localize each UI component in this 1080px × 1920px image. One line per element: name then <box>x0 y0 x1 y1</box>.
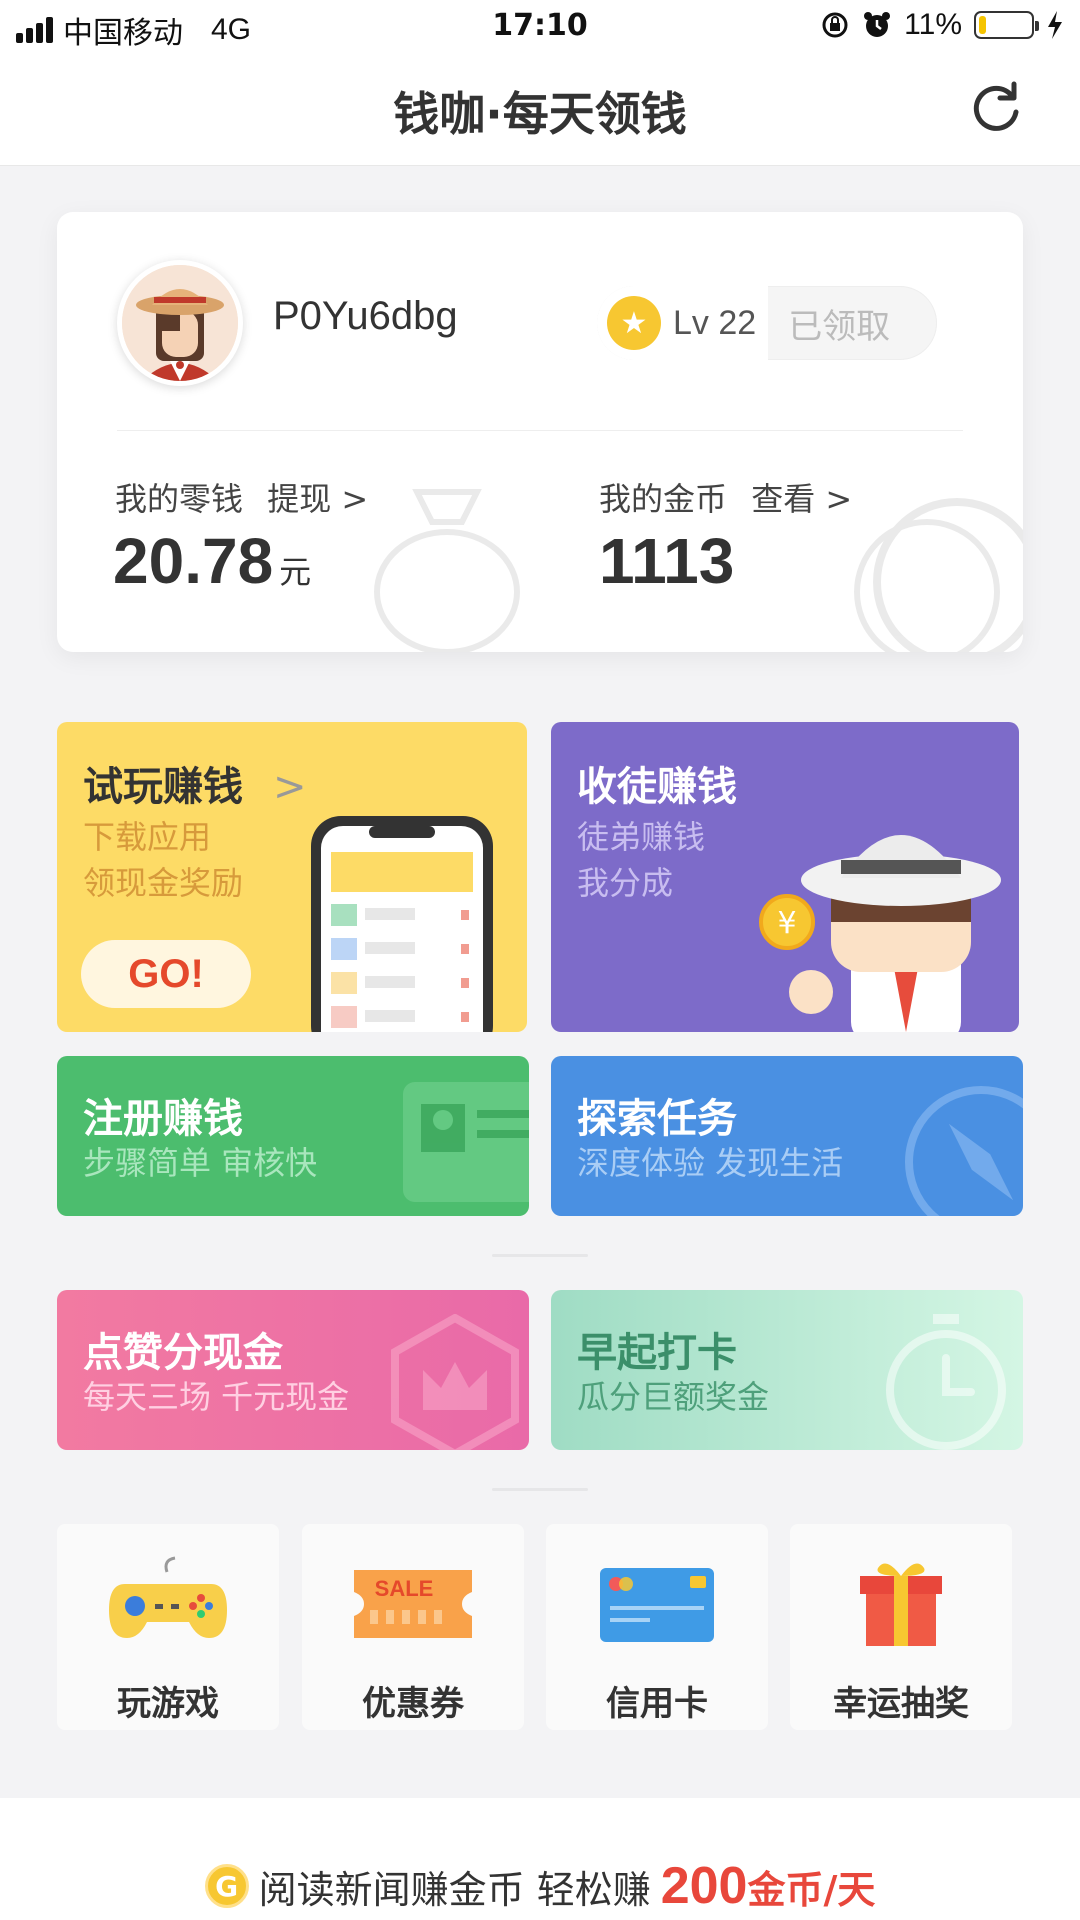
nav-bar: 钱咖·每天领钱 <box>0 56 1080 166</box>
tile-recruit-line1: 徒弟赚钱 <box>577 818 706 856</box>
battery-icon <box>974 11 1039 39</box>
tile-explore[interactable]: 探索任务 深度体验 发现生活 <box>551 1056 1023 1216</box>
battery-percent: 11% <box>904 8 962 41</box>
gift-icon <box>860 1563 942 1646</box>
card-divider <box>117 430 963 431</box>
section-divider <box>492 1254 588 1257</box>
claim-status: 已领取 <box>788 306 891 347</box>
shortcut-label: 玩游戏 <box>117 1684 219 1724</box>
tile-trial-line2: 领现金奖励 <box>83 864 244 902</box>
tile-like-sub: 每天三场 千元现金 <box>83 1378 350 1416</box>
profile-card: P0Yu6dbg ★ Lv 22 已领取 我的零钱 提现 > 20.78 元 我的… <box>57 212 1023 652</box>
money-bag-watermark-icon <box>374 489 520 652</box>
tile-recruit-line2: 我分成 <box>577 864 674 902</box>
gamepad-icon <box>109 1556 227 1638</box>
news-banner[interactable]: G 阅读新闻赚金币 轻松赚 200 金币/天 <box>0 1856 1080 1916</box>
tile-register-title: 注册赚钱 <box>83 1096 243 1142</box>
star-coin-icon: ★ <box>607 296 661 350</box>
compass-icon <box>905 1086 1023 1216</box>
tile-like-title: 点赞分现金 <box>83 1330 283 1376</box>
tile-trial-title-text: 试玩赚钱 <box>83 764 243 810</box>
tile-explore-sub: 深度体验 发现生活 <box>577 1144 844 1182</box>
coins-label-row[interactable]: 我的金币 查看 > <box>599 474 852 520</box>
change-value: 20.78 <box>113 525 274 597</box>
tile-recruit[interactable]: 收徒赚钱 徒弟赚钱 我分成 ¥ <box>551 722 1019 1032</box>
tile-register-sub: 步骤简单 审核快 <box>83 1144 318 1182</box>
shortcut-credit-card[interactable]: 信用卡 <box>546 1524 768 1730</box>
tile-trial-line1: 下载应用 <box>83 818 212 856</box>
change-unit: 元 <box>279 554 312 590</box>
alarm-clock-icon <box>886 1314 1006 1450</box>
banner-unit: 金币/天 <box>747 1868 876 1912</box>
page-title: 钱咖·每天领钱 <box>393 87 687 141</box>
coins-label: 我的金币 <box>599 480 728 518</box>
shortcut-label: 信用卡 <box>606 1684 708 1724</box>
shortcut-label: 优惠券 <box>362 1684 464 1724</box>
banner-text: 阅读新闻赚金币 轻松赚 <box>258 1868 651 1912</box>
level-badge[interactable]: ★ Lv 22 已领取 <box>597 286 937 360</box>
coupon-sale-text: SALE <box>375 1576 434 1601</box>
shortcut-label: 幸运抽奖 <box>833 1684 969 1724</box>
charging-icon <box>1048 11 1062 39</box>
level-text: Lv 22 <box>673 303 757 342</box>
withdraw-link[interactable]: 提现 > <box>267 480 368 518</box>
tile-like-cash[interactable]: 点赞分现金 每天三场 千元现金 <box>57 1290 529 1450</box>
avatar[interactable] <box>117 260 243 386</box>
tile-morning-checkin[interactable]: 早起打卡 瓜分巨额奖金 <box>551 1290 1023 1450</box>
tile-morning-title: 早起打卡 <box>577 1330 737 1376</box>
section-divider-2 <box>492 1488 588 1491</box>
id-card-icon <box>403 1082 529 1202</box>
tile-trial-play[interactable]: 试玩赚钱 > 下载应用 领现金奖励 GO! <box>57 722 527 1032</box>
view-coins-link[interactable]: 查看 > <box>751 480 852 518</box>
gold-coin-icon: G <box>204 1864 249 1908</box>
username: P0Yu6dbg <box>273 294 458 338</box>
chevron-right-icon: > <box>272 764 307 810</box>
crown-badge-icon <box>391 1314 519 1450</box>
status-right: 11% <box>820 8 1064 42</box>
orientation-lock-icon <box>822 12 848 38</box>
shortcut-coupons[interactable]: SALE 优惠券 <box>302 1524 524 1730</box>
tile-recruit-title: 收徒赚钱 <box>577 764 737 810</box>
tile-trial-title: 试玩赚钱 > <box>83 754 306 812</box>
coin-watermark-icon <box>854 498 1023 652</box>
status-bar: 中国移动 4G 17:10 11% <box>0 0 1080 56</box>
coins-value: 1113 <box>599 525 735 597</box>
change-label-row[interactable]: 我的零钱 提现 > <box>115 474 368 520</box>
go-button[interactable]: GO! <box>81 940 251 1008</box>
coupon-icon: SALE <box>354 1570 472 1638</box>
svg-text:¥: ¥ <box>777 906 796 941</box>
change-label: 我的零钱 <box>115 480 244 518</box>
mascot-icon: ¥ <box>759 835 1001 1032</box>
avatar-illustration <box>122 265 238 381</box>
shortcut-play-games[interactable]: 玩游戏 <box>57 1524 279 1730</box>
alarm-icon <box>864 12 891 37</box>
phone-icon <box>311 816 493 1032</box>
tile-register[interactable]: 注册赚钱 步骤简单 审核快 <box>57 1056 529 1216</box>
tile-morning-sub: 瓜分巨额奖金 <box>577 1378 770 1416</box>
refresh-icon[interactable] <box>964 76 1028 140</box>
level-left: ★ Lv 22 <box>597 286 769 360</box>
shortcut-lucky-draw[interactable]: 幸运抽奖 <box>790 1524 1012 1730</box>
change-amount: 20.78 元 <box>113 524 311 598</box>
tile-trial-sub: 下载应用 领现金奖励 <box>83 814 243 906</box>
tile-recruit-sub: 徒弟赚钱 我分成 <box>577 814 705 906</box>
tile-explore-title: 探索任务 <box>577 1096 737 1142</box>
banner-amount: 200 <box>660 1857 748 1915</box>
credit-card-icon <box>600 1568 714 1642</box>
